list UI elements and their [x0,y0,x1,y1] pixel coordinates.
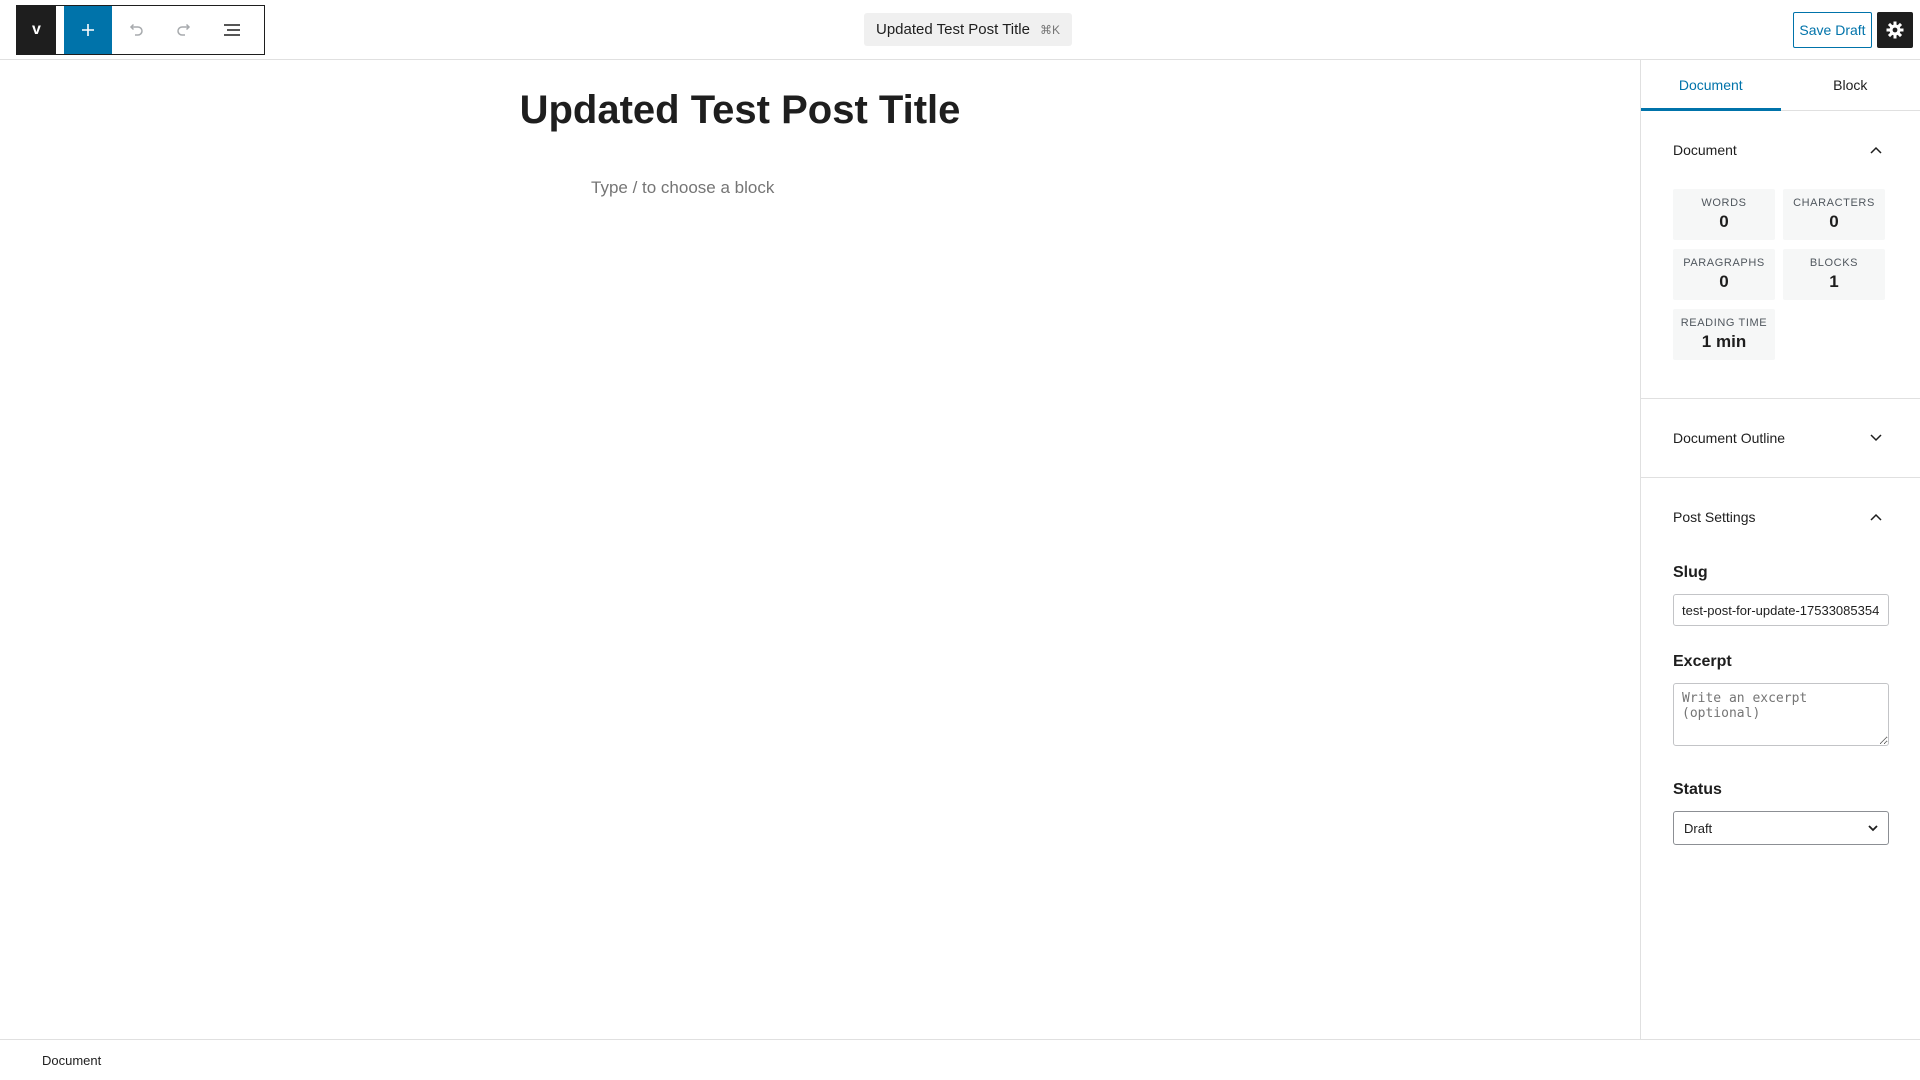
stat-value: 1 [1829,272,1839,291]
stat-value: 0 [1829,212,1839,231]
top-toolbar: v Updated Test Post Title ⌘K Save Draft [0,0,1920,60]
post-title[interactable]: Updated Test Post Title [0,88,1480,133]
document-outline-title: Document Outline [1673,430,1786,446]
undo-button[interactable] [112,6,160,54]
chevron-down-icon [1868,824,1878,831]
document-panel: Document WORDS 0 CHARACTERS 0 PARAGRAPHS… [1641,111,1920,399]
chevron-up-icon [1864,505,1888,529]
document-title: Updated Test Post Title [876,21,1030,38]
stat-value: 1 min [1701,332,1747,351]
excerpt-label: Excerpt [1673,653,1732,670]
stat-words: WORDS 0 [1673,189,1775,240]
redo-button[interactable] [160,6,208,54]
document-panel-title: Document [1673,142,1737,158]
stat-reading-time: READING TIME 1 min [1673,309,1775,360]
document-outline-toggle[interactable]: Document Outline [1641,399,1920,477]
stat-label: READING TIME [1680,317,1768,329]
list-view-button[interactable] [208,6,256,54]
document-title-bar[interactable]: Updated Test Post Title ⌘K [864,13,1072,46]
settings-button[interactable] [1877,12,1913,48]
post-settings-body: Slug Excerpt Status Draft [1641,564,1920,845]
document-outline-panel: Document Outline [1641,399,1920,478]
undo-icon [129,23,143,36]
stat-blocks: BLOCKS 1 [1783,249,1885,300]
stat-paragraphs: PARAGRAPHS 0 [1673,249,1775,300]
plus-icon [82,24,94,36]
excerpt-textarea[interactable] [1673,683,1889,746]
tab-block[interactable]: Block [1781,60,1920,110]
settings-sidebar: Document Block Document WORDS 0 CHARACTE… [1640,60,1920,1040]
post-settings-panel: Post Settings Slug Excerpt Status Draft [1641,478,1920,845]
slug-input[interactable] [1673,594,1889,626]
status-select[interactable]: Draft [1673,811,1889,845]
stat-value: 0 [1719,272,1729,291]
status-label: Status [1673,781,1722,798]
stat-label: BLOCKS [1809,257,1859,269]
editor-toolbar-group: v [16,5,265,55]
stat-label: CHARACTERS [1793,197,1875,209]
document-stats: WORDS 0 CHARACTERS 0 PARAGRAPHS 0 BLOCKS… [1641,189,1920,398]
add-block-button[interactable] [64,6,112,54]
command-shortcut: ⌘K [1039,22,1060,37]
stat-characters: CHARACTERS 0 [1783,189,1885,240]
status-value: Draft [1684,820,1713,836]
slug-label: Slug [1673,564,1708,581]
tab-document[interactable]: Document [1641,60,1781,111]
stat-value: 0 [1719,212,1729,231]
save-draft-button[interactable]: Save Draft [1793,12,1872,48]
stat-label: PARAGRAPHS [1683,257,1765,269]
gear-icon [1886,21,1904,39]
block-breadcrumb-bar: Document [0,1039,1920,1080]
editor-canvas: Updated Test Post Title Type / to choose… [0,60,1640,1040]
document-panel-toggle[interactable]: Document [1641,111,1920,189]
post-settings-title: Post Settings [1673,509,1756,525]
sidebar-tabs: Document Block [1641,60,1920,111]
list-view-icon [224,24,240,36]
chevron-down-icon [1864,426,1888,450]
redo-icon [177,23,191,36]
breadcrumb[interactable]: Document [42,1053,101,1068]
site-logo-button[interactable]: v [17,6,56,54]
post-settings-toggle[interactable]: Post Settings [1641,478,1920,556]
chevron-up-icon [1864,138,1888,162]
block-appender-placeholder[interactable]: Type / to choose a block [591,178,774,198]
stat-label: WORDS [1701,197,1747,209]
